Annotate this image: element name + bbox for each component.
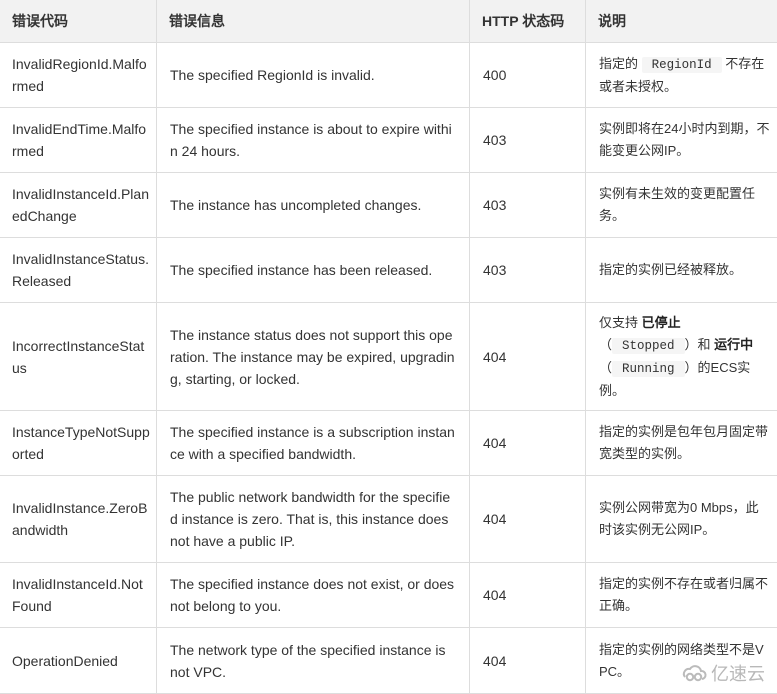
status-code-cell: 404 (469, 410, 586, 476)
status-code-cell: 403 (469, 237, 586, 303)
error-code-cell: InvalidInstanceId.NotFound (0, 562, 157, 628)
error-code-cell: InvalidInstanceStatus.Released (0, 237, 157, 303)
description-cell: 指定的 RegionId 不存在或者未授权。 (585, 42, 777, 108)
error-message-cell: The specified instance is about to expir… (156, 107, 470, 173)
status-code-cell: 404 (469, 562, 586, 628)
paren: （ (599, 359, 613, 375)
status-code-cell: 404 (469, 475, 586, 563)
error-code-cell: InvalidRegionId.Malformed (0, 42, 157, 108)
status-code-cell: 400 (469, 42, 586, 108)
description-cell: 指定的实例不存在或者归属不正确。 (585, 562, 777, 628)
inline-code-stopped: Stopped (612, 337, 685, 354)
description-cell: 实例有未生效的变更配置任务。 (585, 172, 777, 238)
error-message-cell: The specified instance has been released… (156, 237, 470, 303)
description-cell: 实例公网带宽为0 Mbps，此时该实例无公网IP。 (585, 475, 777, 563)
table-row: InvalidEndTime.Malformed The specified i… (0, 107, 777, 173)
error-code-table: 错误代码 错误信息 HTTP 状态码 说明 InvalidRegionId.Ma… (0, 0, 777, 694)
description-cell: 实例即将在24小时内到期，不能变更公网IP。 (585, 107, 777, 173)
header-http-status: HTTP 状态码 (469, 0, 586, 43)
table-row: IncorrectInstanceStatus The instance sta… (0, 302, 777, 411)
header-error-code: 错误代码 (0, 0, 157, 43)
table-row: InvalidInstance.ZeroBandwidth The public… (0, 475, 777, 563)
error-message-cell: The specified instance does not exist, o… (156, 562, 470, 628)
table-row: InvalidInstanceId.NotFound The specified… (0, 562, 777, 628)
error-code-cell: InvalidInstance.ZeroBandwidth (0, 475, 157, 563)
table-row: InstanceTypeNotSupported The specified i… (0, 410, 777, 476)
description-cell: 指定的实例已经被释放。 (585, 237, 777, 303)
description-text: 指定的 (599, 55, 639, 71)
error-message-cell: The public network bandwidth for the spe… (156, 475, 470, 563)
watermark-text: 亿速云 (711, 664, 765, 684)
watermark: 亿速云 (679, 660, 767, 686)
table-row: InvalidInstanceStatus.Released The speci… (0, 237, 777, 303)
status-code-cell: 404 (469, 627, 586, 694)
error-message-cell: The network type of the specified instan… (156, 627, 470, 694)
status-code-cell: 403 (469, 107, 586, 173)
error-code-cell: IncorrectInstanceStatus (0, 302, 157, 411)
paren: （ (599, 336, 613, 352)
error-code-cell: OperationDenied (0, 627, 157, 694)
description-text: ）和 (684, 336, 711, 352)
status-code-cell: 403 (469, 172, 586, 238)
description-cell: 指定的实例是包年包月固定带宽类型的实例。 (585, 410, 777, 476)
table-row: InvalidRegionId.Malformed The specified … (0, 42, 777, 108)
table-header-row: 错误代码 错误信息 HTTP 状态码 说明 (0, 0, 777, 43)
header-description: 说明 (585, 0, 777, 43)
error-message-cell: The instance has uncompleted changes. (156, 172, 470, 238)
error-code-cell: InvalidInstanceId.PlanedChange (0, 172, 157, 238)
status-stopped-label: 已停止 (641, 314, 681, 330)
inline-code-running: Running (612, 360, 685, 377)
description-text: 仅支持 (599, 314, 639, 330)
cloud-logo-icon (681, 663, 707, 683)
error-message-cell: The specified instance is a subscription… (156, 410, 470, 476)
error-code-cell: InstanceTypeNotSupported (0, 410, 157, 476)
error-message-cell: The instance status does not support thi… (156, 302, 470, 411)
inline-code: RegionId (641, 56, 722, 73)
status-running-label: 运行中 (714, 336, 754, 352)
table-row: OperationDenied The network type of the … (0, 627, 777, 694)
description-cell: 仅支持 已停止（Stopped ）和 运行中（Running ）的ECS实例。 (585, 302, 777, 411)
table-row: InvalidInstanceId.PlanedChange The insta… (0, 172, 777, 238)
error-message-cell: The specified RegionId is invalid. (156, 42, 470, 108)
header-error-message: 错误信息 (156, 0, 470, 43)
status-code-cell: 404 (469, 302, 586, 411)
error-code-cell: InvalidEndTime.Malformed (0, 107, 157, 173)
